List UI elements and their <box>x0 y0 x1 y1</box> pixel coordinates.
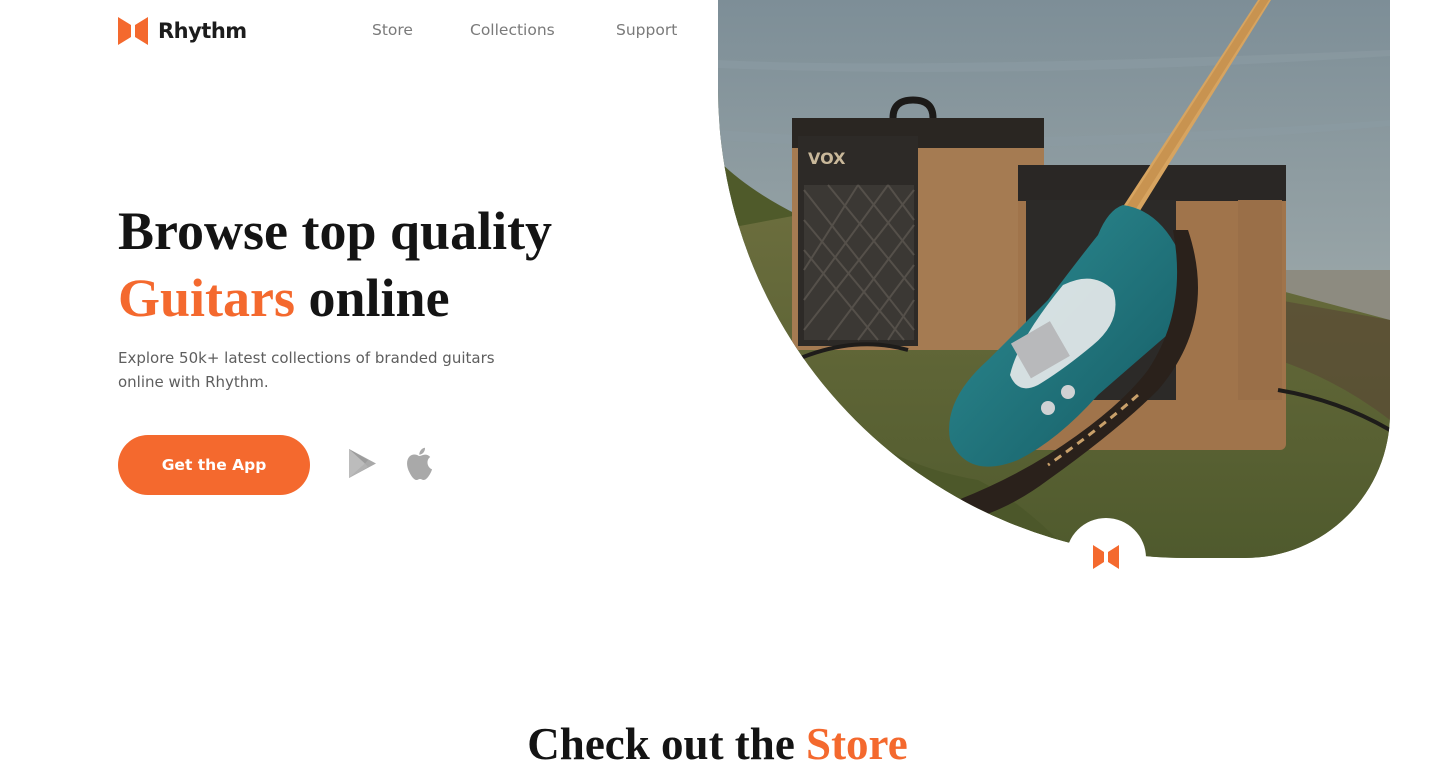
hero-image: VOX <box>718 0 1390 558</box>
nav-store[interactable]: Store <box>372 21 413 39</box>
rhythm-logo-icon <box>118 17 148 45</box>
nav-support[interactable]: Support <box>616 21 677 39</box>
section-title-accent: Store <box>806 719 908 769</box>
hero-title-line1: Browse top quality <box>118 201 553 261</box>
hero-title-accent: Guitars <box>118 268 296 328</box>
guitar-and-amplifiers-photo: VOX <box>718 0 1390 558</box>
logo-badge <box>1066 518 1146 598</box>
brand-logo[interactable]: Rhythm <box>118 17 247 45</box>
google-play-icon[interactable] <box>348 448 377 479</box>
section-title-prefix: Check out the <box>527 719 807 769</box>
get-the-app-button[interactable]: Get the App <box>118 435 310 495</box>
rhythm-logo-icon <box>1093 545 1119 569</box>
svg-text:VOX: VOX <box>808 149 846 168</box>
brand-name: Rhythm <box>158 19 247 43</box>
apple-icon[interactable] <box>404 447 434 481</box>
hero-subtitle: Explore 50k+ latest collections of brand… <box>118 349 495 391</box>
hero-title-rest: online <box>295 268 450 328</box>
section-title: Check out the Store <box>0 718 1435 770</box>
nav-collections[interactable]: Collections <box>470 21 555 39</box>
hero-title: Browse top quality Guitars online <box>118 198 552 332</box>
